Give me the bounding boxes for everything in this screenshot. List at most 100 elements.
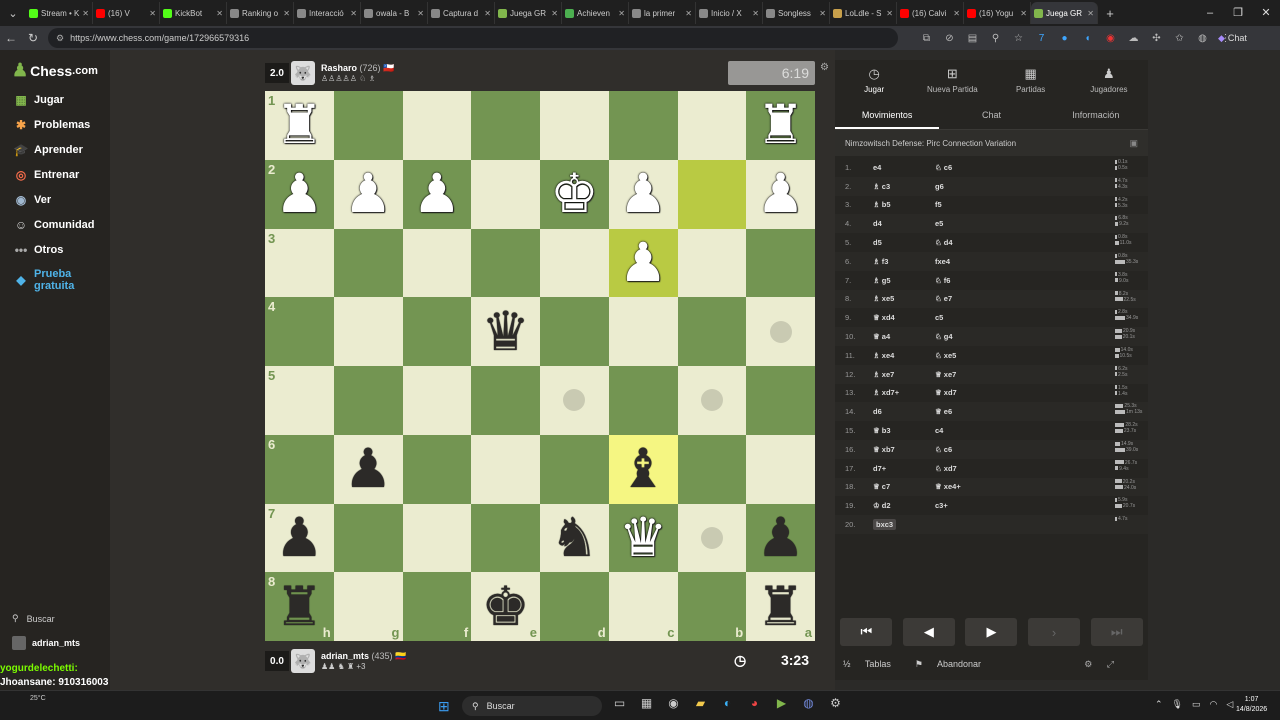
black-move[interactable]: c5 bbox=[935, 313, 1035, 322]
white-move[interactable]: d7+ bbox=[873, 464, 886, 473]
steam-icon[interactable]: ⚙ bbox=[822, 696, 849, 710]
board-square[interactable] bbox=[471, 503, 540, 573]
board-square[interactable] bbox=[333, 503, 403, 573]
board-square[interactable]: 2 ♟ bbox=[265, 159, 334, 229]
board-square[interactable] bbox=[471, 91, 540, 160]
board-square[interactable] bbox=[677, 503, 747, 573]
white-queen-icon[interactable]: ♛ bbox=[619, 510, 667, 565]
board-square[interactable] bbox=[333, 228, 403, 298]
board-square[interactable] bbox=[471, 366, 540, 435]
board-square[interactable] bbox=[402, 228, 472, 298]
white-rook-icon[interactable]: ♜ bbox=[756, 98, 804, 152]
white-pawn-icon[interactable]: ♟ bbox=[619, 235, 667, 290]
mic-icon[interactable]: 🎙 bbox=[1172, 699, 1183, 710]
board-square[interactable] bbox=[333, 366, 403, 435]
board-square[interactable]: g bbox=[333, 572, 403, 641]
board-square[interactable] bbox=[540, 91, 609, 160]
bottom-player-name[interactable]: adrian_mts bbox=[321, 651, 369, 661]
board-square[interactable]: ♟ bbox=[402, 159, 472, 229]
white-move[interactable]: ♕ xb7 bbox=[873, 445, 895, 454]
browser-tab[interactable]: Interacció ✕ bbox=[294, 2, 361, 24]
white-move[interactable]: d5 bbox=[873, 238, 882, 247]
extension-bttv-icon[interactable]: ◖ bbox=[1076, 33, 1099, 44]
white-move[interactable]: ♕ a4 bbox=[873, 332, 890, 341]
tab-search-icon[interactable]: ⌄ bbox=[0, 0, 26, 26]
white-move[interactable]: d6 bbox=[873, 407, 882, 416]
board-square[interactable] bbox=[608, 366, 678, 435]
board-square[interactable]: e ♚ bbox=[471, 572, 540, 641]
panel-tab-jugar[interactable]: ◷ Jugar bbox=[835, 60, 913, 100]
white-king-icon[interactable]: ♚ bbox=[550, 167, 598, 221]
obs-icon[interactable]: ◉ bbox=[660, 696, 687, 710]
tab-close-icon[interactable]: ✕ bbox=[618, 9, 625, 18]
panel-tab-nueva-partida[interactable]: ⊞ Nueva Partida bbox=[913, 60, 991, 100]
board-square[interactable]: d bbox=[540, 572, 609, 641]
url-field[interactable]: ⚙ https://www.chess.com/game/17296657931… bbox=[48, 28, 898, 48]
sidebar-search[interactable]: ⚲ Buscar bbox=[12, 613, 55, 624]
tab-close-icon[interactable]: ✕ bbox=[82, 9, 89, 18]
minimize-icon[interactable]: – bbox=[1196, 0, 1224, 26]
board-square[interactable] bbox=[608, 91, 678, 160]
board-square[interactable]: ♚ bbox=[540, 159, 609, 229]
board-square[interactable] bbox=[333, 91, 403, 160]
browser-tab[interactable]: Songless ✕ bbox=[763, 2, 830, 24]
volume-icon[interactable]: ◁ bbox=[1226, 699, 1233, 710]
sidebar-item-comunidad[interactable]: ☺ Comunidad bbox=[12, 218, 95, 232]
board-square[interactable]: 7 ♟ bbox=[265, 503, 334, 573]
back-icon[interactable]: ← bbox=[0, 31, 22, 45]
white-move[interactable]: ♔ d2 bbox=[873, 501, 891, 510]
bookmark-star-icon[interactable]: ☆ bbox=[1007, 33, 1030, 44]
browser-tab[interactable]: KickBot ✕ bbox=[160, 2, 227, 24]
reload-icon[interactable]: ↻ bbox=[22, 31, 44, 45]
white-move[interactable]: bxc3 bbox=[873, 519, 897, 531]
tab-close-icon[interactable]: ✕ bbox=[819, 9, 826, 18]
browser-tab[interactable]: (16) Calvi ✕ bbox=[897, 2, 964, 24]
maximize-icon[interactable]: ❐ bbox=[1224, 0, 1252, 26]
previous-move-button[interactable]: ◀ bbox=[902, 618, 955, 646]
white-move[interactable]: ♗ xe5 bbox=[873, 294, 894, 303]
profile-avatar-icon[interactable]: ◍ bbox=[1191, 33, 1214, 44]
board-square[interactable]: b bbox=[677, 572, 747, 641]
close-icon[interactable]: ✕ bbox=[1252, 0, 1280, 26]
sidebar-item-otros[interactable]: ••• Otros bbox=[12, 243, 64, 257]
taskview-icon[interactable]: ▭ bbox=[606, 696, 633, 710]
browser-tab[interactable]: Captura d ✕ bbox=[428, 2, 495, 24]
weather-widget[interactable]: 25°C bbox=[30, 695, 46, 702]
new-tab-button[interactable]: + bbox=[1098, 6, 1122, 21]
white-move[interactable]: ♗ f3 bbox=[873, 257, 888, 266]
board-square[interactable]: ♞ bbox=[540, 503, 609, 573]
browser-tab[interactable]: Inicio / X ✕ bbox=[696, 2, 763, 24]
black-rook-icon[interactable]: ♜ bbox=[275, 579, 323, 634]
tab-close-icon[interactable]: ✕ bbox=[283, 9, 290, 18]
tab-close-icon[interactable]: ✕ bbox=[149, 9, 156, 18]
board-square[interactable]: a ♜ bbox=[746, 572, 815, 641]
chess-logo[interactable]: ♟ Chess .com bbox=[12, 60, 98, 81]
black-move[interactable]: c4 bbox=[935, 426, 1035, 435]
board-square[interactable] bbox=[677, 228, 747, 298]
extension-circle-icon[interactable]: ● bbox=[1053, 33, 1076, 44]
white-pawn-icon[interactable]: ♟ bbox=[344, 167, 392, 221]
sidebar-item-prueba-gratuita[interactable]: ◆ Prueba gratuita bbox=[12, 268, 84, 292]
board-square[interactable]: ♟ bbox=[333, 159, 403, 229]
draw-button[interactable]: ½ Tablas bbox=[843, 659, 903, 669]
board-settings-icon[interactable]: ⚙ bbox=[820, 62, 829, 73]
white-move[interactable]: ♗ xd7+ bbox=[873, 388, 899, 397]
black-rook-icon[interactable]: ♜ bbox=[756, 579, 804, 634]
sidebar-item-jugar[interactable]: ▦ Jugar bbox=[12, 93, 64, 107]
black-move[interactable]: f5 bbox=[935, 200, 1035, 209]
next-move-button[interactable]: ▶ bbox=[965, 618, 1018, 646]
last-move-button[interactable]: ⏭ bbox=[1090, 618, 1143, 646]
board-square[interactable]: ♟ bbox=[746, 159, 815, 229]
tray-chevron-icon[interactable]: ⌃ bbox=[1155, 699, 1163, 710]
board-square[interactable]: ♛ bbox=[471, 297, 540, 366]
chess-board[interactable]: 1 ♜ ♜ 2 ♟ ♟ ♟ ♚ ♟ ♟ 3 ♟ 4 ♛ 5 6 ♟ ♝ 7 ♟ ♞ ♛ ♟ 8 h ♜ g f e ♚ d c b a ♜ bbox=[265, 91, 815, 641]
site-info-icon[interactable]: ⚙ bbox=[56, 33, 64, 44]
board-square[interactable]: 8 h ♜ bbox=[265, 572, 334, 641]
white-move[interactable]: ♗ g5 bbox=[873, 276, 891, 285]
black-move[interactable]: ♘ xd7 bbox=[935, 464, 1035, 473]
board-square[interactable] bbox=[746, 228, 815, 298]
first-move-button[interactable]: ⏮ bbox=[840, 618, 893, 646]
extension-7tv-icon[interactable]: 7 bbox=[1030, 33, 1053, 44]
eye-off-icon[interactable]: ⊘ bbox=[938, 33, 961, 44]
chrome-icon[interactable]: ◕ bbox=[741, 696, 768, 710]
